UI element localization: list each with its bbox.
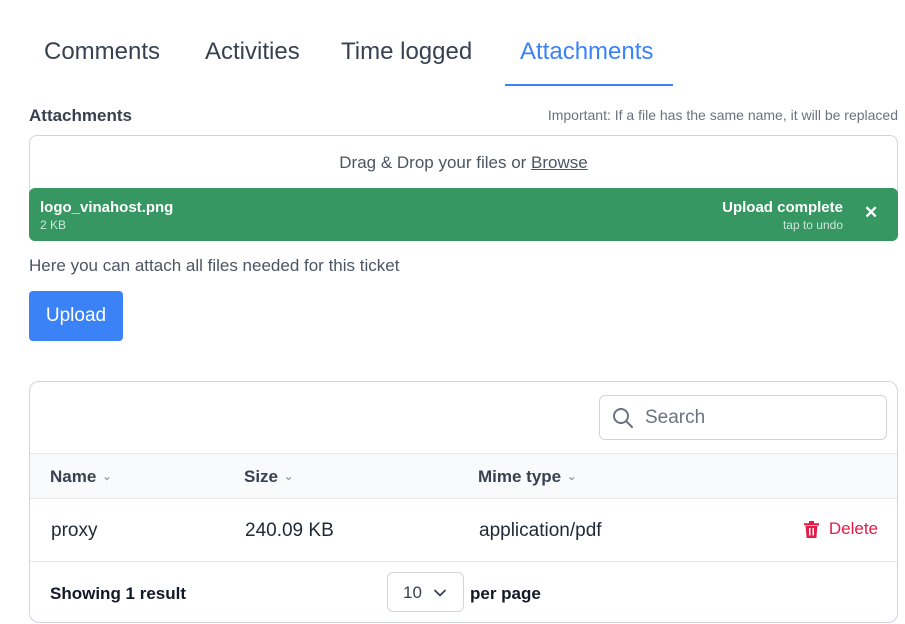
tab-time-logged[interactable]: Time logged: [327, 22, 505, 86]
column-header-size[interactable]: Size ⌄: [244, 467, 293, 487]
search-icon: [613, 408, 633, 428]
per-page-value: 10: [403, 583, 422, 602]
upload-status: Upload complete: [722, 199, 843, 216]
column-label-name: Name: [50, 467, 97, 486]
result-count: Showing 1 result: [50, 584, 187, 603]
attachments-table-card: Name ⌄ Size ⌄ Mime type ⌄ proxy 240.09 KB a…: [29, 381, 898, 623]
tab-bar: Comments Activities Time logged Attachme…: [29, 22, 673, 86]
search-input[interactable]: [645, 403, 875, 433]
delete-button[interactable]: Delete: [803, 519, 878, 539]
column-label-size: Size: [244, 467, 279, 486]
attachments-help-text: Here you can attach all files needed for…: [29, 256, 400, 275]
sort-icon: ⌄: [284, 471, 294, 483]
per-page-select[interactable]: 10: [387, 572, 464, 612]
uploaded-file-name: logo_vinahost.png: [40, 199, 174, 216]
browse-link[interactable]: Browse: [531, 153, 588, 172]
file-dropzone[interactable]: Drag & Drop your files or Browse logo_vi…: [29, 135, 898, 241]
attachments-title: Attachments: [29, 106, 132, 125]
delete-label: Delete: [828, 519, 878, 538]
tab-comments[interactable]: Comments: [29, 22, 189, 86]
search-box[interactable]: [599, 395, 887, 440]
sort-icon: ⌄: [102, 471, 112, 483]
per-page-label: per page: [470, 584, 541, 603]
tab-attachments[interactable]: Attachments: [505, 22, 673, 86]
chevron-down-icon: [434, 589, 446, 597]
table-header: Name ⌄ Size ⌄ Mime type ⌄: [30, 453, 897, 499]
tab-activities[interactable]: Activities: [189, 22, 327, 86]
cell-mime-type: application/pdf: [479, 520, 602, 541]
column-label-mime-type: Mime type: [478, 467, 562, 486]
dropzone-text: Drag & Drop your files or: [339, 153, 532, 172]
dropzone-label: Drag & Drop your files or Browse: [30, 153, 897, 173]
replace-notice: Important: If a file has the same name, …: [547, 107, 898, 123]
table-row: proxy 240.09 KB application/pdf Delete: [30, 499, 897, 562]
cell-file-name[interactable]: proxy: [51, 520, 97, 542]
cell-file-size: 240.09 KB: [245, 520, 334, 541]
column-header-name[interactable]: Name ⌄: [50, 467, 112, 487]
upload-button[interactable]: Upload: [29, 291, 123, 341]
column-header-mime-type[interactable]: Mime type ⌄: [478, 467, 576, 487]
uploaded-file-size: 2 KB: [40, 218, 67, 232]
close-icon[interactable]: ✕: [864, 204, 878, 221]
trash-icon: [803, 520, 819, 538]
sort-icon: ⌄: [567, 471, 577, 483]
undo-upload-link[interactable]: tap to undo: [783, 218, 843, 232]
uploaded-file-item: logo_vinahost.png 2 KB Upload complete t…: [29, 188, 898, 241]
